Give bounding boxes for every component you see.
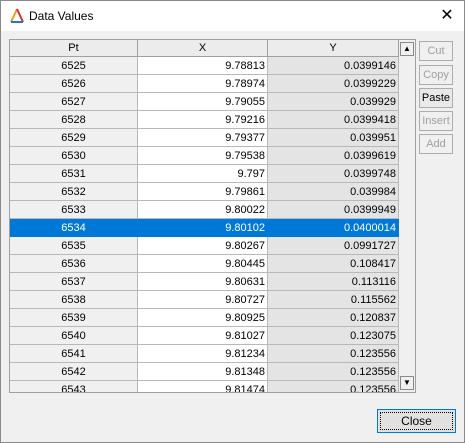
scroll-up-icon[interactable]: ▲ bbox=[400, 42, 414, 56]
cell-y[interactable]: 0.0991727 bbox=[268, 237, 399, 255]
cell-x[interactable]: 9.79861 bbox=[138, 183, 268, 201]
cell-y[interactable]: 0.113116 bbox=[268, 273, 399, 291]
cell-y[interactable]: 0.0400014 bbox=[268, 219, 399, 237]
cell-pt[interactable]: 6527 bbox=[10, 93, 138, 111]
cell-y[interactable]: 0.115562 bbox=[268, 291, 399, 309]
cell-y[interactable]: 0.039951 bbox=[268, 129, 399, 147]
cell-x[interactable]: 9.80022 bbox=[138, 201, 268, 219]
cell-pt[interactable]: 6531 bbox=[10, 165, 138, 183]
cell-pt[interactable]: 6538 bbox=[10, 291, 138, 309]
table-row[interactable]: 6526 9.78974 0.0399229 bbox=[10, 75, 399, 93]
cell-pt[interactable]: 6525 bbox=[10, 57, 138, 75]
table-row[interactable]: 6530 9.79538 0.0399619 bbox=[10, 147, 399, 165]
cell-pt[interactable]: 6540 bbox=[10, 327, 138, 345]
column-header-pt[interactable]: Pt bbox=[10, 40, 138, 57]
cell-pt[interactable]: 6530 bbox=[10, 147, 138, 165]
cell-x[interactable]: 9.79377 bbox=[138, 129, 268, 147]
cell-x[interactable]: 9.81474 bbox=[138, 381, 268, 392]
data-values-dialog: Data Values ✕ Pt X Y 6525 9.78813 0.039914… bbox=[0, 0, 465, 443]
table-row[interactable]: 6537 9.80631 0.113116 bbox=[10, 273, 399, 291]
copy-button[interactable]: Copy bbox=[419, 65, 453, 85]
cell-pt[interactable]: 6528 bbox=[10, 111, 138, 129]
cell-pt[interactable]: 6536 bbox=[10, 255, 138, 273]
cell-pt[interactable]: 6533 bbox=[10, 201, 138, 219]
cell-pt[interactable]: 6539 bbox=[10, 309, 138, 327]
table-row[interactable]: 6535 9.80267 0.0991727 bbox=[10, 237, 399, 255]
cell-x[interactable]: 9.78813 bbox=[138, 57, 268, 75]
cell-y[interactable]: 0.123556 bbox=[268, 345, 399, 363]
cell-x[interactable]: 9.81027 bbox=[138, 327, 268, 345]
cell-y[interactable]: 0.039929 bbox=[268, 93, 399, 111]
data-grid[interactable]: Pt X Y 6525 9.78813 0.0399146 6526 9.78974 0.… bbox=[9, 39, 416, 393]
add-button[interactable]: Add bbox=[419, 134, 453, 154]
table-row[interactable]: 6542 9.81348 0.123556 bbox=[10, 363, 399, 381]
app-logo-icon bbox=[10, 8, 24, 23]
cell-pt[interactable]: 6541 bbox=[10, 345, 138, 363]
cell-x[interactable]: 9.80925 bbox=[138, 309, 268, 327]
cell-x[interactable]: 9.78974 bbox=[138, 75, 268, 93]
cell-x[interactable]: 9.80102 bbox=[138, 219, 268, 237]
cell-y[interactable]: 0.0399619 bbox=[268, 147, 399, 165]
cell-y[interactable]: 0.0399418 bbox=[268, 111, 399, 129]
cell-pt[interactable]: 6535 bbox=[10, 237, 138, 255]
cell-pt[interactable]: 6526 bbox=[10, 75, 138, 93]
cell-y[interactable]: 0.123075 bbox=[268, 327, 399, 345]
cell-y[interactable]: 0.0399229 bbox=[268, 75, 399, 93]
cell-pt[interactable]: 6543 bbox=[10, 381, 138, 392]
cell-pt[interactable]: 6532 bbox=[10, 183, 138, 201]
table-row[interactable]: 6543 9.81474 0.123556 bbox=[10, 381, 399, 392]
cell-x[interactable]: 9.80631 bbox=[138, 273, 268, 291]
cell-pt[interactable]: 6534 bbox=[10, 219, 138, 237]
table-row[interactable]: 6532 9.79861 0.039984 bbox=[10, 183, 399, 201]
table-row[interactable]: 6538 9.80727 0.115562 bbox=[10, 291, 399, 309]
insert-button[interactable]: Insert bbox=[419, 111, 453, 131]
table-row[interactable]: 6527 9.79055 0.039929 bbox=[10, 93, 399, 111]
cell-y[interactable]: 0.0399748 bbox=[268, 165, 399, 183]
cell-x[interactable]: 9.79055 bbox=[138, 93, 268, 111]
close-icon[interactable]: ✕ bbox=[430, 1, 464, 31]
table-row[interactable]: 6539 9.80925 0.120837 bbox=[10, 309, 399, 327]
table-row[interactable]: 6541 9.81234 0.123556 bbox=[10, 345, 399, 363]
scroll-down-icon[interactable]: ▼ bbox=[400, 376, 414, 390]
cell-x[interactable]: 9.80727 bbox=[138, 291, 268, 309]
cell-y[interactable]: 0.108417 bbox=[268, 255, 399, 273]
cell-y[interactable]: 0.039984 bbox=[268, 183, 399, 201]
close-button[interactable]: Close bbox=[377, 409, 456, 433]
cell-x[interactable]: 9.80267 bbox=[138, 237, 268, 255]
cell-x[interactable]: 9.80445 bbox=[138, 255, 268, 273]
cut-button[interactable]: Cut bbox=[419, 41, 453, 61]
cell-y[interactable]: 0.120837 bbox=[268, 309, 399, 327]
cell-pt[interactable]: 6542 bbox=[10, 363, 138, 381]
cell-pt[interactable]: 6537 bbox=[10, 273, 138, 291]
cell-pt[interactable]: 6529 bbox=[10, 129, 138, 147]
cell-x[interactable]: 9.81348 bbox=[138, 363, 268, 381]
table-row[interactable]: 6531 9.797 0.0399748 bbox=[10, 165, 399, 183]
table-row[interactable]: 6525 9.78813 0.0399146 bbox=[10, 57, 399, 75]
cell-y[interactable]: 0.0399146 bbox=[268, 57, 399, 75]
window-title: Data Values bbox=[29, 9, 94, 23]
cell-x[interactable]: 9.797 bbox=[138, 165, 268, 183]
column-header-x[interactable]: X bbox=[138, 40, 268, 57]
table-row[interactable]: 6540 9.81027 0.123075 bbox=[10, 327, 399, 345]
cell-x[interactable]: 9.79216 bbox=[138, 111, 268, 129]
title-bar: Data Values ✕ bbox=[1, 1, 464, 31]
cell-x[interactable]: 9.79538 bbox=[138, 147, 268, 165]
cell-y[interactable]: 0.123556 bbox=[268, 363, 399, 381]
table-row[interactable]: 6534 9.80102 0.0400014 bbox=[10, 219, 399, 237]
table-row[interactable]: 6533 9.80022 0.0399949 bbox=[10, 201, 399, 219]
table-row[interactable]: 6536 9.80445 0.108417 bbox=[10, 255, 399, 273]
cell-y[interactable]: 0.123556 bbox=[268, 381, 399, 392]
column-header-y[interactable]: Y bbox=[268, 40, 399, 57]
table-row[interactable]: 6528 9.79216 0.0399418 bbox=[10, 111, 399, 129]
cell-x[interactable]: 9.81234 bbox=[138, 345, 268, 363]
vertical-scrollbar[interactable]: ▲ ▼ bbox=[399, 40, 415, 392]
cell-y[interactable]: 0.0399949 bbox=[268, 201, 399, 219]
paste-button[interactable]: Paste bbox=[419, 88, 453, 108]
table-row[interactable]: 6529 9.79377 0.039951 bbox=[10, 129, 399, 147]
